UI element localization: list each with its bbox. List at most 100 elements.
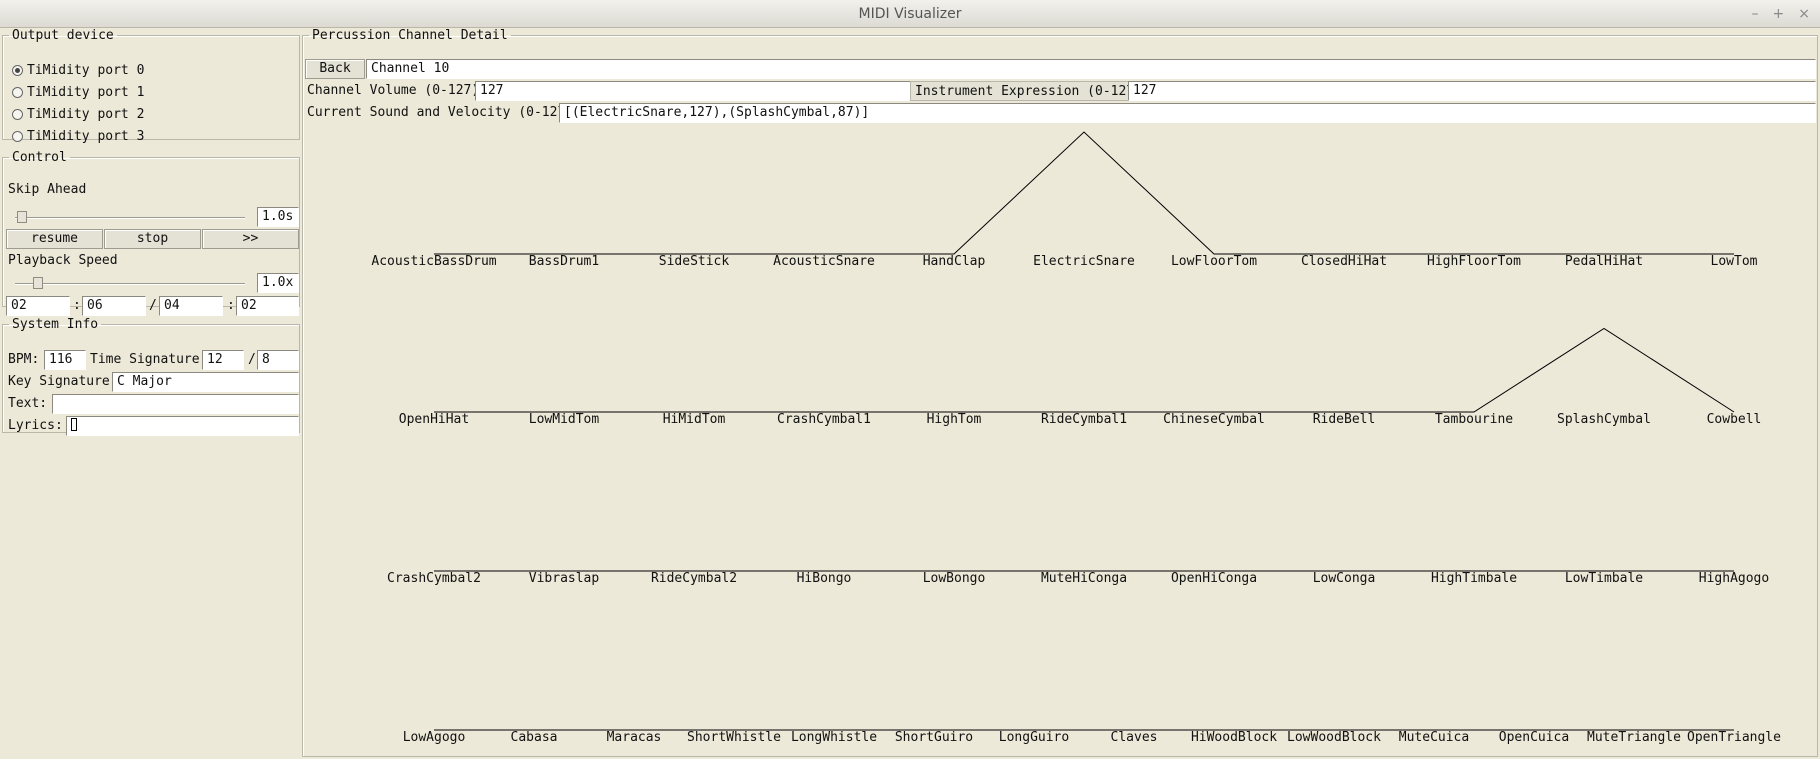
port-radio-1[interactable]: TiMidity port 1: [12, 85, 144, 100]
instrument-label: LowConga: [1313, 571, 1376, 586]
port-radio-3[interactable]: TiMidity port 3: [12, 129, 144, 144]
port-label: TiMidity port 1: [27, 85, 145, 100]
playback-speed-label: Playback Speed: [8, 253, 118, 268]
key-signature-value[interactable]: C Major: [112, 372, 299, 392]
playback-speed-value[interactable]: 1.0x: [257, 273, 299, 293]
control-panel: Control Skip Ahead 1.0s resume stop >> P…: [2, 150, 300, 316]
instrument-label: Tambourine: [1435, 412, 1513, 427]
instrument-label: LowMidTom: [529, 412, 600, 427]
channel-field[interactable]: Channel 10: [366, 59, 1816, 79]
instrument-expression-label: Instrument Expression (0-127):: [910, 81, 1150, 101]
instrument-label: AcousticBassDrum: [371, 254, 496, 269]
back-button[interactable]: Back: [305, 59, 365, 79]
instrument-label: LowWoodBlock: [1287, 730, 1381, 745]
system-info-panel: System Info BPM: 116 Time Signature: 12 …: [2, 317, 300, 436]
time-signature-slash: /: [248, 352, 256, 367]
system-info-legend: System Info: [12, 317, 99, 332]
instrument-label: OpenCuica: [1499, 730, 1569, 745]
port-label: TiMidity port 0: [27, 63, 145, 78]
radio-icon[interactable]: [12, 87, 23, 98]
instrument-label: Cowbell: [1707, 412, 1762, 427]
playback-speed-slider[interactable]: [15, 283, 245, 285]
instrument-label: HiWoodBlock: [1191, 730, 1277, 745]
output-device-legend: Output device: [12, 28, 114, 43]
port-radio-0[interactable]: TiMidity port 0: [12, 63, 144, 78]
instrument-label: ShortGuiro: [895, 730, 973, 745]
skip-ahead-slider[interactable]: [15, 217, 245, 219]
instrument-label: OpenHiConga: [1171, 571, 1257, 586]
instrument-label: HighAgogo: [1699, 571, 1769, 586]
instrument-label: ChineseCymbal: [1163, 412, 1265, 427]
stop-button[interactable]: stop: [104, 229, 201, 249]
time-signature-denominator[interactable]: 8: [257, 350, 299, 370]
instrument-label: ElectricSnare: [1033, 254, 1135, 269]
instrument-label: SplashCymbal: [1557, 412, 1651, 427]
port-radio-2[interactable]: TiMidity port 2: [12, 107, 144, 122]
playback-speed-slider-thumb[interactable]: [33, 277, 43, 289]
lyrics-field[interactable]: [66, 416, 299, 436]
port-label: TiMidity port 2: [27, 107, 145, 122]
instrument-label: MuteHiConga: [1041, 571, 1127, 586]
title-bar: MIDI Visualizer – + ×: [0, 0, 1820, 28]
skip-ahead-value[interactable]: 1.0s: [257, 207, 299, 227]
instrument-label: CrashCymbal1: [777, 412, 871, 427]
time-signature-numerator[interactable]: 12: [202, 350, 244, 370]
instrument-label: RideCymbal2: [651, 571, 737, 586]
time-field-1[interactable]: 02: [6, 296, 70, 316]
skip-forward-button[interactable]: >>: [202, 229, 299, 249]
time-signature-label: Time Signature:: [90, 352, 208, 367]
minimize-icon[interactable]: –: [1752, 0, 1759, 28]
time-field-3[interactable]: 04: [159, 296, 223, 316]
radio-icon[interactable]: [12, 65, 23, 76]
skip-ahead-label: Skip Ahead: [8, 182, 87, 197]
text-cursor: [71, 418, 77, 431]
port-label: TiMidity port 3: [27, 129, 145, 144]
instrument-label: BassDrum1: [529, 254, 599, 269]
instrument-label: LowTimbale: [1565, 571, 1643, 586]
instrument-label: RideBell: [1313, 412, 1376, 427]
instrument-label: LowFloorTom: [1171, 254, 1257, 269]
instrument-label: MuteCuica: [1399, 730, 1469, 745]
time-separator: :: [227, 298, 235, 313]
instrument-label: LowBongo: [923, 571, 986, 586]
time-field-2[interactable]: 06: [82, 296, 146, 316]
instrument-label: AcousticSnare: [773, 254, 875, 269]
control-legend: Control: [12, 150, 67, 165]
resume-button[interactable]: resume: [6, 229, 103, 249]
skip-ahead-slider-thumb[interactable]: [17, 211, 27, 223]
close-icon[interactable]: ×: [1798, 0, 1810, 28]
text-field[interactable]: [52, 394, 299, 414]
maximize-icon[interactable]: +: [1773, 0, 1785, 28]
instrument-label: CrashCymbal2: [387, 571, 481, 586]
text-label: Text:: [8, 396, 48, 411]
velocity-line-row-1: [434, 131, 1734, 255]
velocity-graph: AcousticBassDrum BassDrum1 SideStick Acoust…: [371, 131, 1781, 745]
radio-icon[interactable]: [12, 131, 23, 142]
bpm-label: BPM:: [8, 352, 40, 367]
instrument-label: HighTom: [927, 412, 982, 427]
window-title: MIDI Visualizer: [858, 6, 962, 22]
instrument-label: ClosedHiHat: [1301, 254, 1387, 269]
radio-icon[interactable]: [12, 109, 23, 120]
instrument-label: Vibraslap: [529, 571, 600, 586]
instrument-label: LowTom: [1711, 254, 1758, 269]
instrument-label: HandClap: [923, 254, 986, 269]
instrument-label: SideStick: [659, 254, 730, 269]
instrument-label: OpenTriangle: [1687, 730, 1781, 745]
instrument-expression-value[interactable]: 127: [1128, 81, 1816, 101]
instrument-label: RideCymbal1: [1041, 412, 1127, 427]
channel-volume-value[interactable]: 127: [475, 81, 911, 101]
instrument-label: LongGuiro: [999, 730, 1069, 745]
instrument-label: LowAgogo: [403, 730, 466, 745]
output-device-panel: Output device TiMidity port 0 TiMidity p…: [2, 28, 300, 144]
instrument-label: Claves: [1111, 730, 1158, 745]
lyrics-label: Lyrics:: [8, 418, 63, 433]
instrument-label: ShortWhistle: [687, 730, 781, 745]
time-field-4[interactable]: 02: [236, 296, 299, 316]
bpm-value[interactable]: 116: [44, 350, 86, 370]
time-slash: /: [149, 298, 157, 313]
instrument-label: HiMidTom: [663, 412, 726, 427]
percussion-detail-legend: Percussion Channel Detail: [312, 28, 508, 43]
window-controls: – + ×: [1752, 0, 1810, 28]
channel-volume-label: Channel Volume (0-127):: [307, 83, 488, 98]
